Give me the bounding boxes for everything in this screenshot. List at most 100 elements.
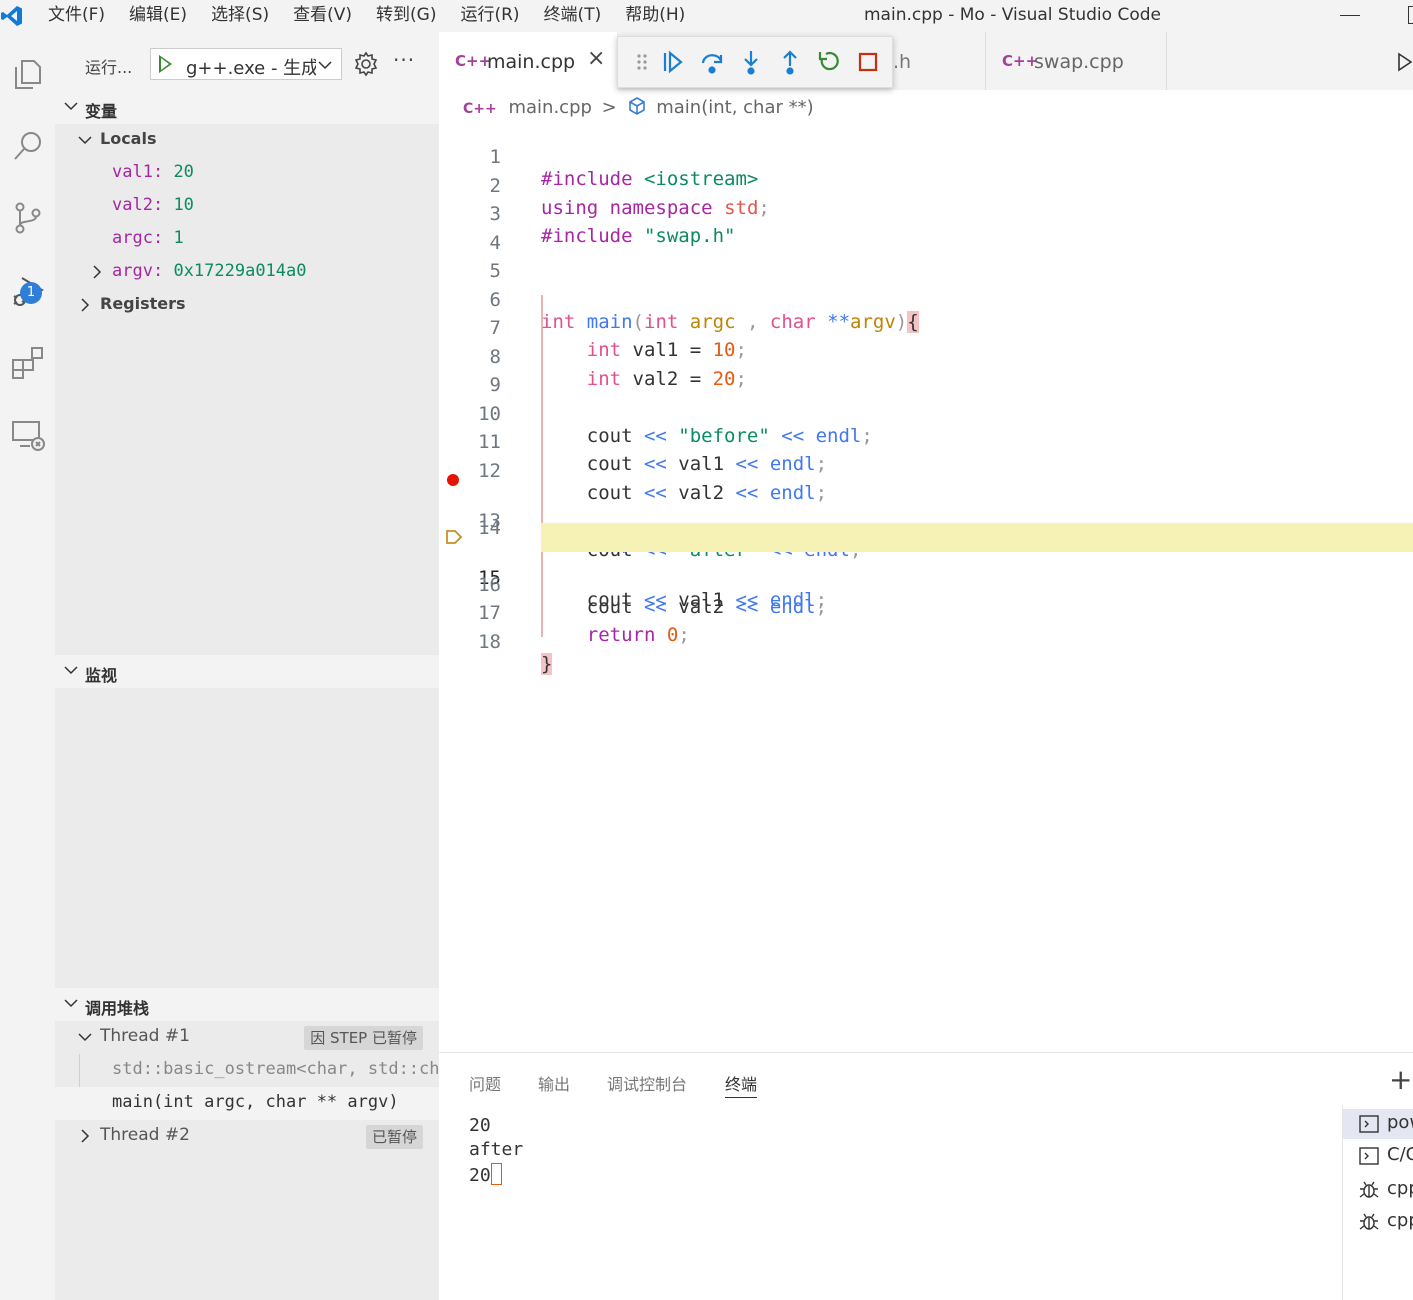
menu-file[interactable]: 文件(F): [36, 0, 117, 32]
stop-icon[interactable]: [855, 49, 881, 75]
variable-argv[interactable]: argv: 0x17229a014a0: [55, 256, 439, 289]
stack-frame-selected[interactable]: main(int argc, char ** argv): [55, 1087, 439, 1120]
tab-problems[interactable]: 问题: [469, 1071, 501, 1095]
terminal-item[interactable]: cpp: [1343, 1175, 1413, 1205]
variable-value: 10: [173, 195, 194, 215]
menu-view[interactable]: 查看(V): [281, 0, 364, 32]
code-line: 18 }: [439, 609, 1413, 675]
code-line: 8 int val2 = 20;: [439, 324, 1413, 390]
menu-edit[interactable]: 编辑(E): [117, 0, 199, 32]
code-line: 11 cout << val1 << endl;: [439, 409, 1413, 475]
breakpoint-icon[interactable]: [447, 474, 459, 486]
tab-label: swap.cpp: [1034, 51, 1124, 73]
stack-frame-label: std::basic_ostream<char, std::char_trait…: [112, 1059, 439, 1079]
tab-separator: [1166, 32, 1167, 90]
registers-label: Registers: [100, 294, 186, 313]
menu-bar: 文件(F) 编辑(E) 选择(S) 查看(V) 转到(G) 运行(R) 终端(T…: [36, 0, 697, 32]
code-line: 4: [439, 210, 1413, 254]
menu-terminal[interactable]: 终端(T): [532, 0, 614, 32]
debug-toolbar: 运行... g++.exe - 生成 ···: [55, 32, 439, 90]
variable-name: val1: [112, 162, 153, 182]
source-control-button[interactable]: [0, 190, 55, 245]
execution-pointer-icon: [446, 530, 463, 544]
thread-2-label: Thread #2: [100, 1125, 190, 1145]
launch-config-select[interactable]: g++.exe - 生成: [150, 48, 342, 80]
cpp-file-icon: C++: [455, 52, 492, 70]
locals-scope[interactable]: Locals: [55, 124, 439, 157]
callstack-header[interactable]: 调用堆栈: [55, 989, 439, 1022]
variable-value: 1: [173, 228, 184, 248]
watch-header[interactable]: 监视: [55, 656, 439, 689]
menu-run[interactable]: 运行(R): [448, 0, 531, 32]
step-over-icon[interactable]: [699, 49, 725, 75]
gear-icon[interactable]: [353, 51, 379, 77]
more-actions-icon[interactable]: ···: [393, 48, 415, 72]
minimize-icon[interactable]: [1340, 15, 1360, 16]
vscode-logo-icon: [1, 6, 22, 26]
registers-scope[interactable]: Registers: [55, 289, 439, 322]
code-line: 7 int val1 = 10;: [439, 295, 1413, 361]
debug-badge: 1: [20, 282, 42, 304]
bug-icon: [1359, 1213, 1379, 1230]
start-debug-icon[interactable]: [159, 55, 172, 73]
tab-debug-console[interactable]: 调试控制台: [607, 1071, 687, 1095]
terminal-item-label: pow: [1387, 1112, 1413, 1133]
terminal-line: after: [469, 1139, 524, 1160]
thread-2[interactable]: Thread #2 已暂停: [55, 1120, 439, 1153]
terminal-item[interactable]: pow: [1343, 1109, 1413, 1139]
maximize-icon[interactable]: [1408, 6, 1413, 24]
tab-terminal[interactable]: 终端: [725, 1071, 758, 1098]
chevron-right-icon: [81, 1129, 90, 1143]
variable-argc[interactable]: argc: 1: [55, 223, 439, 256]
restart-icon[interactable]: [816, 49, 842, 75]
breadcrumb-file[interactable]: main.cpp: [508, 97, 591, 118]
code-line: 16 cout << val2 << endl;: [439, 552, 1413, 618]
code-line: 2 using namespace std;: [439, 153, 1413, 219]
continue-icon[interactable]: [660, 49, 686, 75]
tab-output[interactable]: 输出: [538, 1071, 570, 1095]
step-out-icon[interactable]: [777, 49, 803, 75]
menu-go[interactable]: 转到(G): [364, 0, 448, 32]
code-line: 14 cout << "after" << endl;: [439, 495, 1413, 561]
run-file-icon[interactable]: [1397, 52, 1413, 72]
editor-tabs: C++ main.cpp × .h C++ swap.cpp: [439, 32, 1413, 90]
terminal-item[interactable]: cpp: [1343, 1207, 1413, 1237]
tab-swap-h[interactable]: .h: [893, 32, 985, 90]
breadcrumb-symbol[interactable]: main(int, char **): [656, 97, 813, 118]
terminal-item[interactable]: C/C: [1343, 1141, 1413, 1171]
code-line: 9: [439, 352, 1413, 396]
variable-val2[interactable]: val2: 10: [55, 190, 439, 223]
window-title: main.cpp - Mo - Visual Studio Code: [864, 5, 1161, 25]
stack-frame[interactable]: std::basic_ostream<char, std::char_trait…: [55, 1054, 439, 1087]
menu-help[interactable]: 帮助(H): [613, 0, 697, 32]
breadcrumb: C++ main.cpp > main(int, char **): [463, 96, 814, 122]
variable-value: 20: [173, 162, 194, 182]
tab-swap-cpp[interactable]: C++ swap.cpp: [986, 32, 1166, 90]
terminal-line: 20: [469, 1165, 491, 1186]
search-button[interactable]: [0, 118, 55, 173]
variables-panel: Locals val1: 20 val2: 10 argc: 1 argv: 0…: [55, 124, 439, 655]
remote-explorer-button[interactable]: [0, 406, 55, 461]
menu-selection[interactable]: 选择(S): [199, 0, 281, 32]
code-line-breakpoint: 13 swap(val1, val2);: [439, 466, 1413, 554]
close-icon[interactable]: ×: [587, 46, 605, 71]
terminal-list: pow C/C cpp cpp: [1342, 1105, 1413, 1300]
explorer-button[interactable]: [0, 46, 55, 101]
variable-name: argc: [112, 228, 153, 248]
callstack-panel: Thread #1 因 STEP 已暂停 std::basic_ostream<…: [55, 1021, 439, 1300]
extensions-button[interactable]: [0, 334, 55, 389]
variables-header[interactable]: 变量: [55, 92, 439, 125]
thread-1[interactable]: Thread #1 因 STEP 已暂停: [55, 1021, 439, 1054]
drag-handle-icon[interactable]: [630, 49, 656, 75]
step-into-icon[interactable]: [738, 49, 764, 75]
tab-main-cpp[interactable]: C++ main.cpp ×: [439, 32, 617, 90]
launch-config-label: g++.exe - 生成: [186, 58, 316, 79]
run-debug-button[interactable]: 1: [0, 264, 55, 319]
terminal-line: 20: [469, 1115, 491, 1136]
terminal-line-prompt[interactable]: 20: [469, 1163, 502, 1186]
bottom-panel: 问题 输出 调试控制台 终端 + 20 after 20 pow C/C cpp…: [439, 1052, 1413, 1300]
new-terminal-button[interactable]: +: [1389, 1063, 1412, 1096]
variable-val1[interactable]: val1: 20: [55, 157, 439, 190]
variable-name: val2: [112, 195, 153, 215]
search-icon: [13, 131, 41, 160]
